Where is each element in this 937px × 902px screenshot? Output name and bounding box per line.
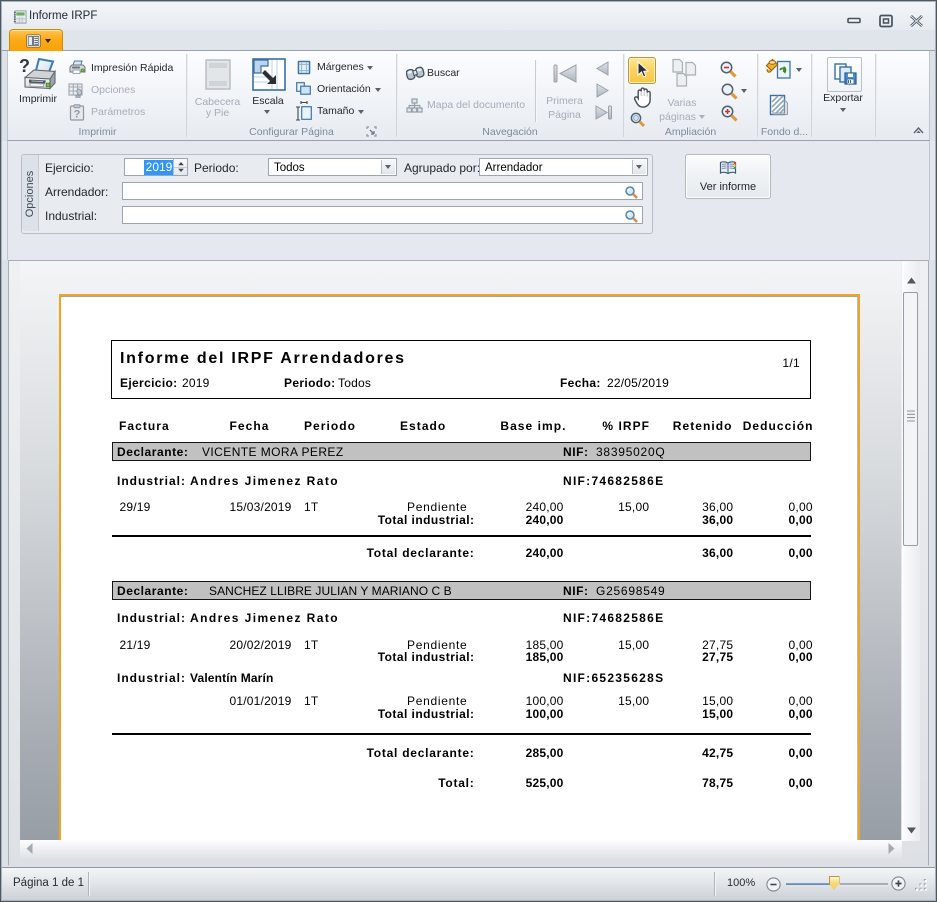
svg-text:?: ? [74, 109, 81, 121]
svg-text:?: ? [19, 56, 30, 76]
